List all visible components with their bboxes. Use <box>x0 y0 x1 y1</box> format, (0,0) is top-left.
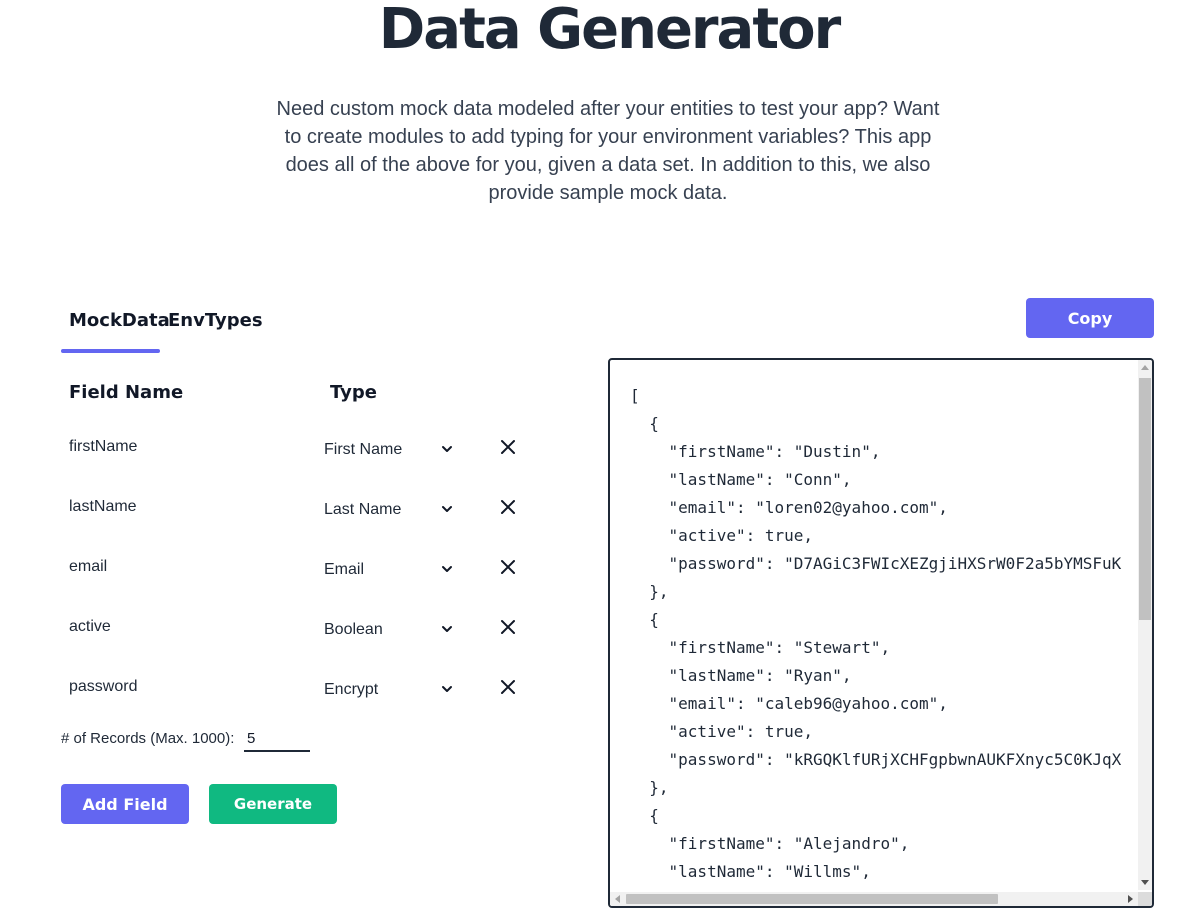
field-row: password Encrypt <box>61 672 541 712</box>
json-output[interactable]: [ { "firstName": "Dustin", "lastName": "… <box>630 382 1121 886</box>
type-select[interactable]: Email <box>316 552 526 586</box>
field-name-header: Field Name <box>69 382 184 403</box>
intro-text: Need custom mock data modeled after your… <box>276 98 940 204</box>
close-icon[interactable] <box>499 438 517 456</box>
type-select-value: Encrypt <box>324 681 379 698</box>
field-name[interactable]: email <box>69 552 107 582</box>
field-name[interactable]: lastName <box>69 492 137 522</box>
tab-envtypes[interactable]: EnvTypes <box>168 310 263 331</box>
scrollbar-corner <box>1138 892 1152 906</box>
records-input[interactable] <box>244 726 310 752</box>
field-name[interactable]: active <box>69 612 111 642</box>
add-field-button[interactable]: Add Field <box>61 784 189 824</box>
vertical-scrollbar[interactable] <box>1138 360 1152 890</box>
type-select[interactable]: First Name <box>316 432 526 466</box>
type-select-value: Boolean <box>324 621 383 638</box>
scroll-down-icon[interactable] <box>1141 880 1149 885</box>
field-row: firstName First Name <box>61 432 541 472</box>
chevron-down-icon <box>442 506 452 512</box>
field-row: active Boolean <box>61 612 541 652</box>
field-name[interactable]: password <box>69 672 137 702</box>
type-select[interactable]: Encrypt <box>316 672 526 706</box>
type-select[interactable]: Boolean <box>316 612 526 646</box>
chevron-down-icon <box>442 626 452 632</box>
type-select-value: Last Name <box>324 501 402 518</box>
scroll-left-icon[interactable] <box>615 895 620 903</box>
active-tab-indicator <box>61 349 160 353</box>
records-label: # of Records (Max. 1000): <box>61 730 235 747</box>
field-name[interactable]: firstName <box>69 432 137 462</box>
vertical-scroll-thumb[interactable] <box>1139 378 1151 620</box>
tab-mockdata[interactable]: MockData <box>69 310 170 331</box>
copy-button[interactable]: Copy <box>1026 298 1154 338</box>
horizontal-scrollbar[interactable] <box>610 892 1138 906</box>
close-icon[interactable] <box>499 498 517 516</box>
type-header: Type <box>330 382 377 403</box>
chevron-down-icon <box>442 566 452 572</box>
horizontal-scroll-thumb[interactable] <box>626 894 998 904</box>
field-row: email Email <box>61 552 541 592</box>
chevron-down-icon <box>442 686 452 692</box>
generate-button[interactable]: Generate <box>209 784 337 824</box>
chevron-down-icon <box>442 446 452 452</box>
close-icon[interactable] <box>499 618 517 636</box>
type-select-value: First Name <box>324 441 403 458</box>
type-select-value: Email <box>324 561 365 578</box>
scroll-right-icon[interactable] <box>1128 895 1133 903</box>
scroll-up-icon[interactable] <box>1141 365 1149 370</box>
close-icon[interactable] <box>499 558 517 576</box>
close-icon[interactable] <box>499 678 517 696</box>
field-row: lastName Last Name <box>61 492 541 532</box>
page-title: Data Generator <box>378 0 841 62</box>
type-select[interactable]: Last Name <box>316 492 526 526</box>
output-panel[interactable]: [ { "firstName": "Dustin", "lastName": "… <box>608 358 1154 908</box>
